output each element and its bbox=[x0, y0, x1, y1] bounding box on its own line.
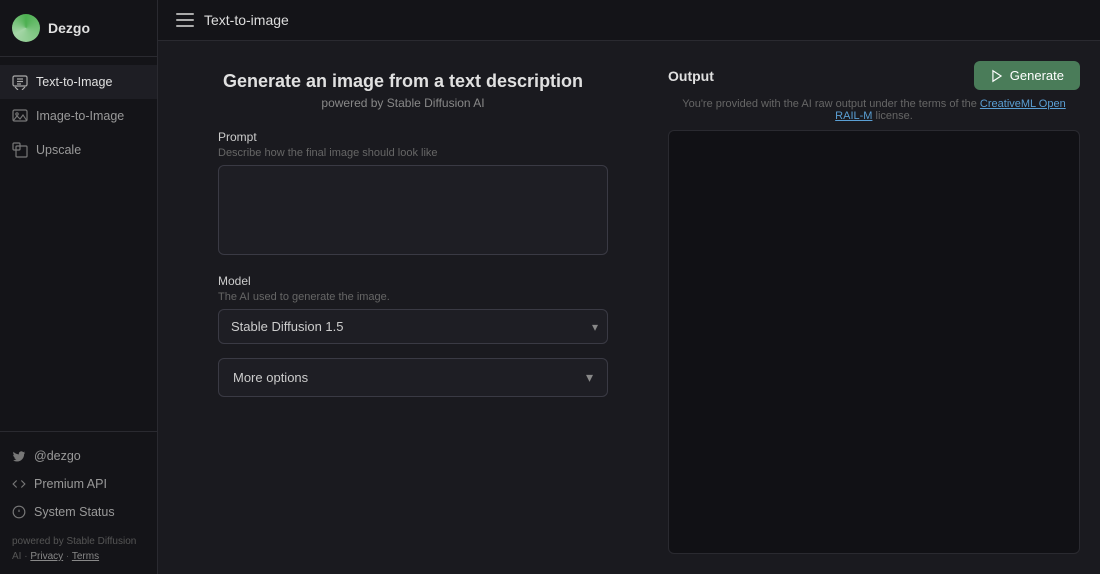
upscale-icon bbox=[12, 142, 28, 158]
sidebar-nav: Text-to-Image Image-to-Image Upscale bbox=[0, 57, 157, 431]
content-area: Generate an image from a text descriptio… bbox=[158, 41, 1100, 574]
sidebar-item-label-image-to-image: Image-to-Image bbox=[36, 109, 124, 123]
premium-api-label: Premium API bbox=[34, 477, 107, 491]
status-icon bbox=[12, 505, 26, 519]
sidebar-item-label-text-to-image: Text-to-Image bbox=[36, 75, 112, 89]
prompt-input[interactable] bbox=[218, 165, 608, 255]
sidebar: Dezgo Text-to-Image bbox=[0, 0, 158, 574]
sidebar-item-upscale[interactable]: Upscale bbox=[0, 133, 157, 167]
output-controls: Output Generate bbox=[668, 61, 1080, 90]
prompt-label: Prompt bbox=[218, 130, 608, 144]
topbar-title: Text-to-image bbox=[204, 12, 289, 28]
model-section: Model The AI used to generate the image.… bbox=[218, 274, 608, 344]
model-select-wrapper: Stable Diffusion 1.5 Stable Diffusion 2.… bbox=[218, 309, 608, 344]
output-canvas bbox=[668, 130, 1080, 554]
menu-button[interactable] bbox=[176, 13, 194, 27]
right-panel: Output Generate You're provided with the… bbox=[648, 41, 1100, 574]
output-title: Output bbox=[668, 68, 714, 84]
license-text: You're provided with the AI raw output u… bbox=[668, 98, 1080, 122]
generate-button[interactable]: Generate bbox=[974, 61, 1080, 90]
left-panel: Generate an image from a text descriptio… bbox=[158, 41, 648, 574]
sidebar-premium-api-link[interactable]: Premium API bbox=[12, 470, 145, 498]
main-area: Text-to-image Generate an image from a t… bbox=[158, 0, 1100, 574]
more-options-toggle[interactable]: More options ▾ bbox=[218, 358, 608, 397]
page-title-section: Generate an image from a text descriptio… bbox=[218, 71, 628, 110]
text-to-image-icon bbox=[12, 74, 28, 90]
model-select[interactable]: Stable Diffusion 1.5 Stable Diffusion 2.… bbox=[218, 309, 608, 344]
privacy-link[interactable]: Privacy bbox=[30, 551, 63, 562]
sidebar-item-image-to-image[interactable]: Image-to-Image bbox=[0, 99, 157, 133]
terms-link[interactable]: Terms bbox=[72, 551, 99, 562]
model-hint: The AI used to generate the image. bbox=[218, 291, 608, 303]
app-name: Dezgo bbox=[48, 20, 90, 36]
more-options-label: More options bbox=[233, 370, 308, 385]
sidebar-logo[interactable]: Dezgo bbox=[0, 0, 157, 57]
sidebar-twitter-link[interactable]: @dezgo bbox=[12, 442, 145, 470]
powered-by-text: powered by Stable Diffusion AI · Privacy… bbox=[12, 534, 145, 564]
page-main-title: Generate an image from a text descriptio… bbox=[218, 71, 588, 92]
sidebar-bottom: @dezgo Premium API System Status bbox=[0, 431, 157, 574]
logo-icon bbox=[12, 14, 40, 42]
system-status-label: System Status bbox=[34, 505, 115, 519]
form-section: Prompt Describe how the final image shou… bbox=[218, 130, 628, 397]
prompt-hint: Describe how the final image should look… bbox=[218, 147, 608, 159]
image-to-image-icon bbox=[12, 108, 28, 124]
sidebar-item-text-to-image[interactable]: Text-to-Image bbox=[0, 65, 157, 99]
twitter-icon bbox=[12, 449, 26, 463]
sidebar-system-status-link[interactable]: System Status bbox=[12, 498, 145, 526]
more-options-chevron-icon: ▾ bbox=[586, 369, 593, 386]
sidebar-item-label-upscale: Upscale bbox=[36, 143, 81, 157]
model-label: Model bbox=[218, 274, 608, 288]
generate-icon bbox=[990, 69, 1004, 83]
twitter-label: @dezgo bbox=[34, 449, 81, 463]
topbar: Text-to-image bbox=[158, 0, 1100, 41]
page-subtitle: powered by Stable Diffusion AI bbox=[218, 96, 588, 110]
api-icon bbox=[12, 477, 26, 491]
generate-label: Generate bbox=[1010, 68, 1064, 83]
